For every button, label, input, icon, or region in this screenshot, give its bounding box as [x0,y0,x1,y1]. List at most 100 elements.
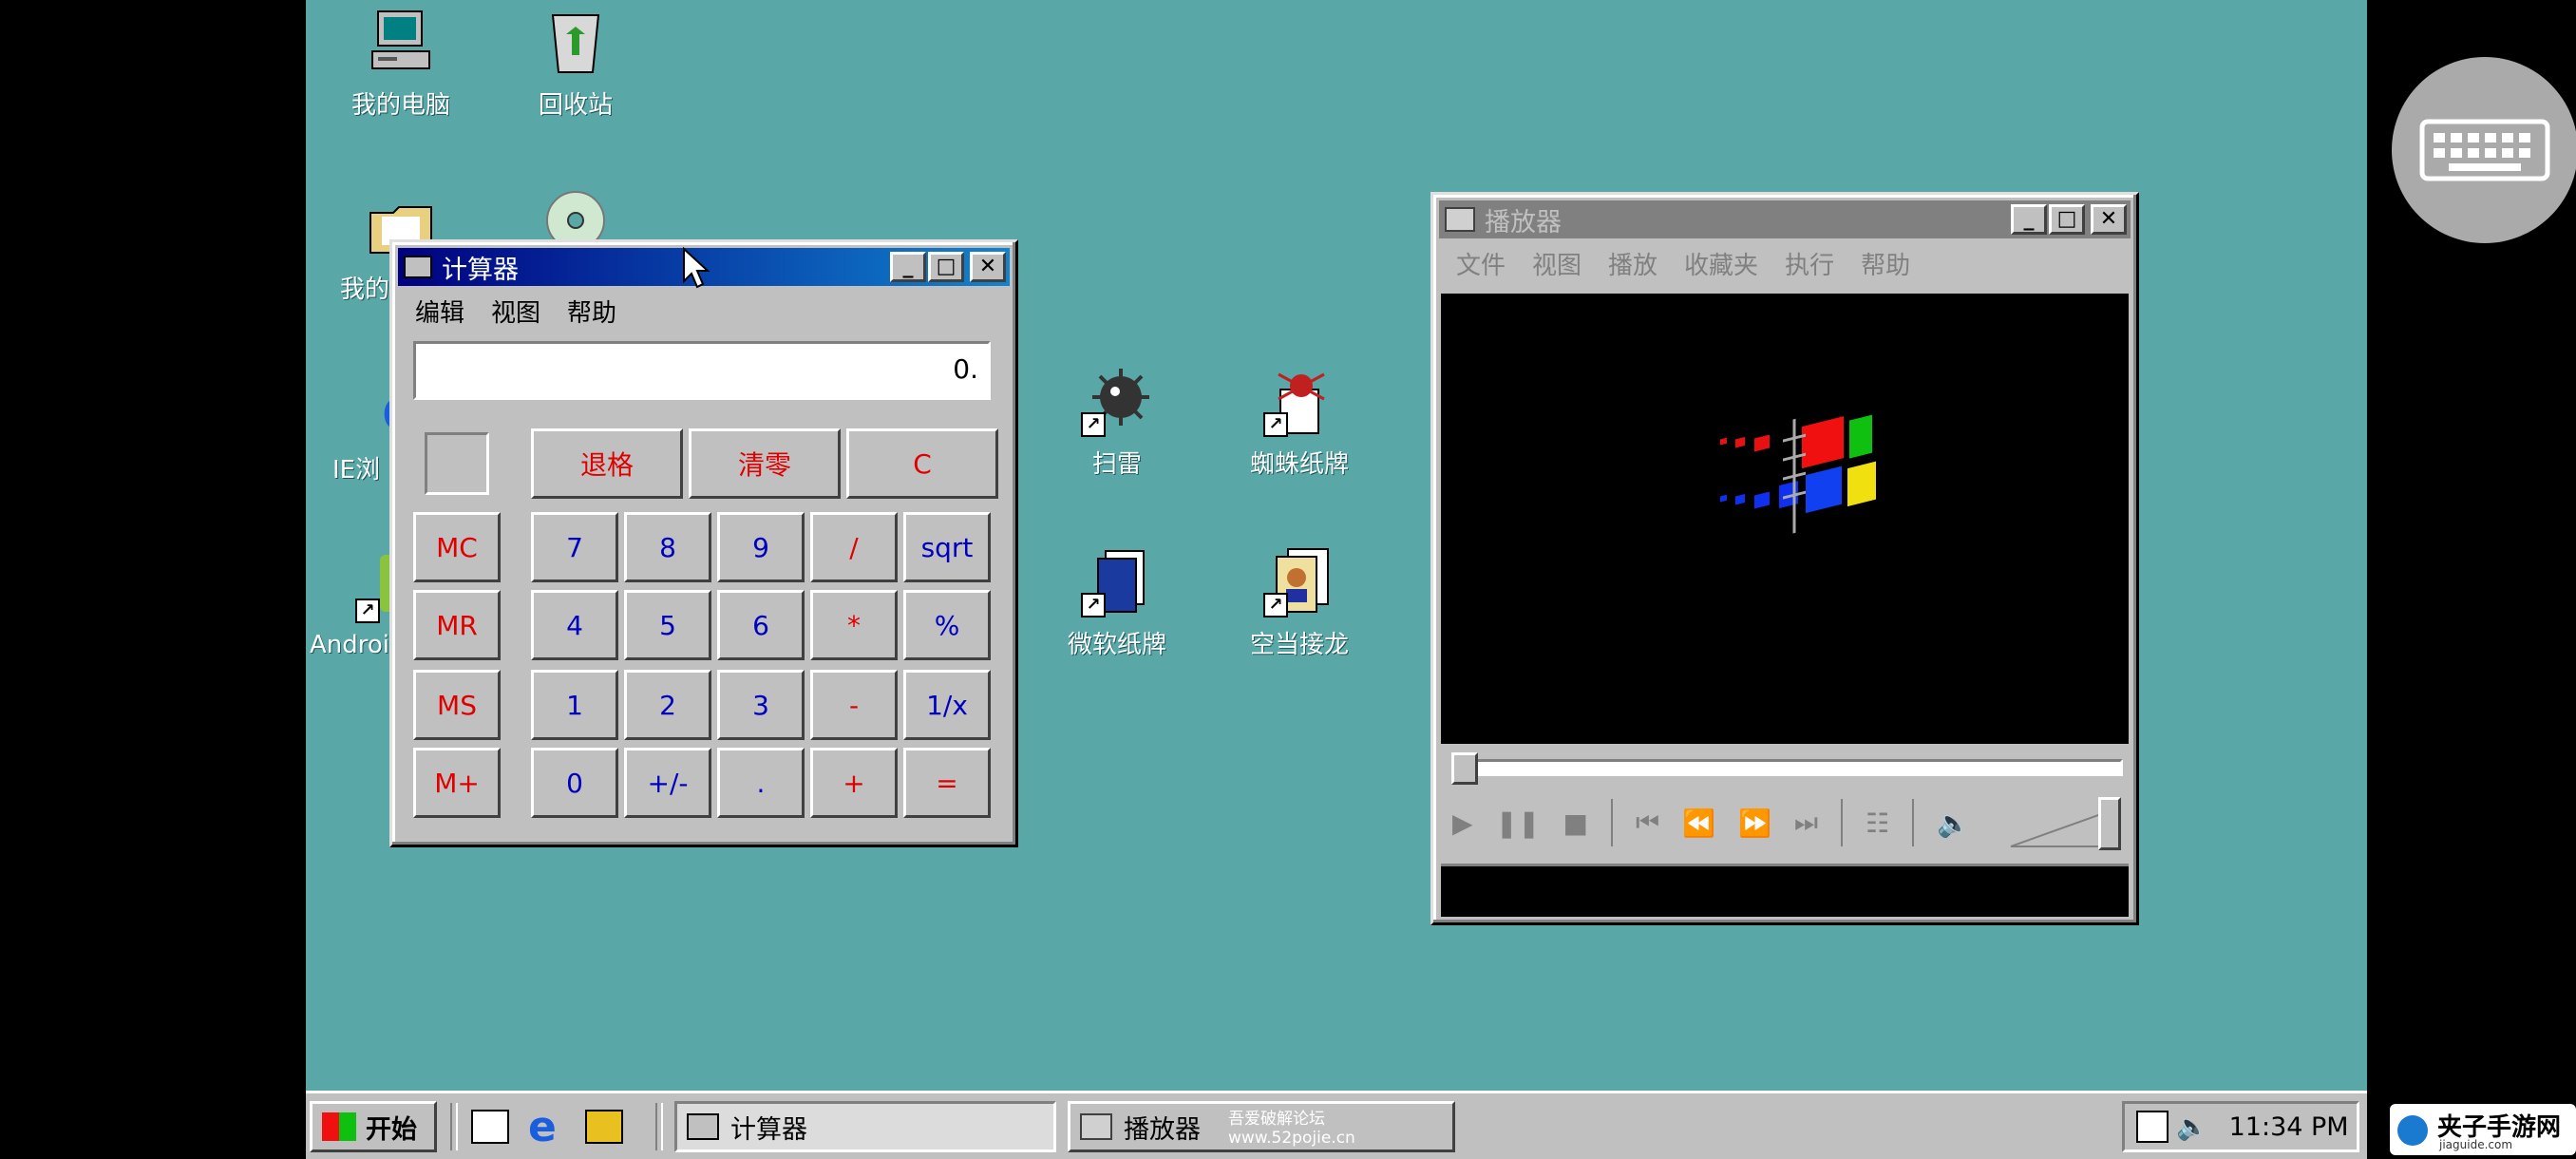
desktop-icon-label: 空当接龙 [1249,631,1349,659]
volume-icon[interactable]: 🔈 [1937,808,1970,839]
minimize-button[interactable]: _ [890,252,926,282]
skip-back-icon[interactable]: ⏮ [1636,807,1659,839]
player-menu-bar: 文件 视图 播放 收藏夹 执行 帮助 [1443,246,1923,281]
clock[interactable]: 11:34 PM [2229,1112,2349,1142]
mr-button[interactable]: MR [413,590,501,660]
seek-bar[interactable] [1451,752,2123,785]
play-icon[interactable]: ▶ [1452,808,1473,839]
player-title-bar[interactable]: 播放器 _ □ ✕ [1439,200,2131,238]
shortcut-arrow-icon: ↗ [1081,412,1106,437]
equals-button[interactable]: = [903,748,991,818]
menu-file[interactable]: 文件 [1443,246,1519,281]
task-media-player[interactable]: 播放器 吾爱破解论坛 www.52pojie.cn [1068,1101,1455,1152]
watermark-logo-icon [2397,1115,2428,1146]
sqrt-button[interactable]: sqrt [903,512,991,582]
my-computer-icon [365,6,437,78]
key-3[interactable]: 3 [717,670,805,740]
mc-button[interactable]: MC [413,512,501,582]
shortcut-arrow-icon: ↗ [1263,593,1288,618]
player-title-icon [1445,207,1475,232]
start-button[interactable]: 开始 [310,1101,437,1152]
minimize-button[interactable]: _ [2011,204,2047,235]
scheduler-icon[interactable] [2136,1111,2169,1143]
volume-thumb[interactable] [2098,797,2121,850]
key-9[interactable]: 9 [717,512,805,582]
menu-help[interactable]: 帮助 [1847,246,1923,281]
menu-edit[interactable]: 编辑 [402,294,478,329]
solitaire-icon: ↗ [1081,545,1153,618]
desktop-icon-label: 我的电脑 [350,91,450,120]
key-5[interactable]: 5 [624,590,711,660]
quick-launch-ie[interactable]: e [528,1101,557,1152]
menu-view[interactable]: 视图 [1519,246,1595,281]
desktop-icon-my-computer[interactable]: 我的电脑 [325,6,477,121]
media-player-window[interactable]: 播放器 _ □ ✕ 文件 视图 播放 收藏夹 执行 帮助 ▶ ❚❚ ■ ⏮ ⏪ … [1430,192,2139,925]
key-1[interactable]: 1 [531,670,618,740]
close-button[interactable]: ✕ [2091,204,2127,235]
multiply-button[interactable]: * [810,590,898,660]
overlay-watermark: 吾爱破解论坛 www.52pojie.cn [1228,1110,1355,1148]
backspace-button[interactable]: 退格 [531,428,683,499]
desktop: 我的电脑 回收站 我的 e IE浏 ↗ Android ↗ 扫 [306,0,2367,1091]
keyboard-icon [2419,119,2550,181]
key-7[interactable]: 7 [531,512,618,582]
stop-icon[interactable]: ■ [1563,808,1587,839]
maximize-button[interactable]: □ [928,252,964,282]
add-button[interactable]: + [810,748,898,818]
key-2[interactable]: 2 [624,670,711,740]
menu-go[interactable]: 执行 [1771,246,1847,281]
percent-button[interactable]: % [903,590,991,660]
fast-forward-icon[interactable]: ⏩ [1738,808,1771,839]
menu-favorites[interactable]: 收藏夹 [1671,246,1771,281]
watermark-text-2: jiaguide.com [2439,1138,2513,1151]
media-player-icon [1080,1113,1112,1140]
desktop-icon-label: 蜘蛛纸牌 [1249,450,1349,479]
volume-tray-icon[interactable]: 🔈 [2176,1112,2208,1142]
desktop-icon-recycle-bin[interactable]: 回收站 [500,6,652,121]
close-button[interactable]: ✕ [970,252,1006,282]
divider [450,1103,458,1150]
key-4[interactable]: 4 [531,590,618,660]
task-calculator[interactable]: 计算器 [674,1101,1056,1152]
sign-button[interactable]: +/- [624,748,711,818]
calculator-icon [687,1113,719,1140]
desktop-icon-spider-solitaire[interactable]: ↗ 蜘蛛纸牌 [1223,365,1375,480]
video-area[interactable] [1441,294,2129,744]
quick-launch-channels[interactable] [585,1101,623,1152]
channels-icon [585,1110,623,1144]
key-0[interactable]: 0 [531,748,618,818]
menu-help[interactable]: 帮助 [554,294,630,329]
desktop-icon-minesweeper[interactable]: ↗ 扫雷 [1041,365,1193,480]
maximize-button[interactable]: □ [2049,204,2085,235]
divide-button[interactable]: / [810,512,898,582]
desktop-icon-label: 扫雷 [1091,450,1142,479]
skip-forward-icon[interactable]: ⏭ [1794,807,1818,839]
rewind-icon[interactable]: ⏪ [1682,808,1715,839]
clear-button[interactable]: C [846,428,998,499]
m-plus-button[interactable]: M+ [413,748,501,818]
reciprocal-button[interactable]: 1/x [903,670,991,740]
calculator-title-icon [404,256,432,278]
menu-play[interactable]: 播放 [1595,246,1671,281]
windows-flag-icon [322,1112,356,1141]
ms-button[interactable]: MS [413,670,501,740]
minesweeper-icon: ↗ [1081,365,1153,437]
key-8[interactable]: 8 [624,512,711,582]
quick-launch-desktop[interactable] [471,1101,509,1152]
virtual-keyboard-button[interactable] [2392,57,2576,243]
key-6[interactable]: 6 [717,590,805,660]
site-watermark: 夹子手游网 jiaguide.com [2390,1104,2576,1155]
desktop-icon-solitaire[interactable]: ↗ 微软纸牌 [1041,545,1193,660]
clear-entry-button[interactable]: 清零 [689,428,841,499]
seek-thumb[interactable] [1451,752,1478,785]
calculator-menu-bar: 编辑 视图 帮助 [402,294,630,329]
playlist-icon[interactable]: ☷ [1866,808,1889,839]
menu-view[interactable]: 视图 [478,294,554,329]
desktop-icon-freecell[interactable]: ↗ 空当接龙 [1223,545,1375,660]
desktop-icon-label: 回收站 [538,91,613,120]
decimal-button[interactable]: . [717,748,805,818]
overlay-text-1: 吾爱破解论坛 [1228,1110,1325,1129]
subtract-button[interactable]: - [810,670,898,740]
pause-icon[interactable]: ❚❚ [1496,808,1541,839]
calculator-window[interactable]: 计算器 _ □ ✕ 编辑 视图 帮助 0. 退格 清零 C MC MR MS M… [389,239,1018,847]
